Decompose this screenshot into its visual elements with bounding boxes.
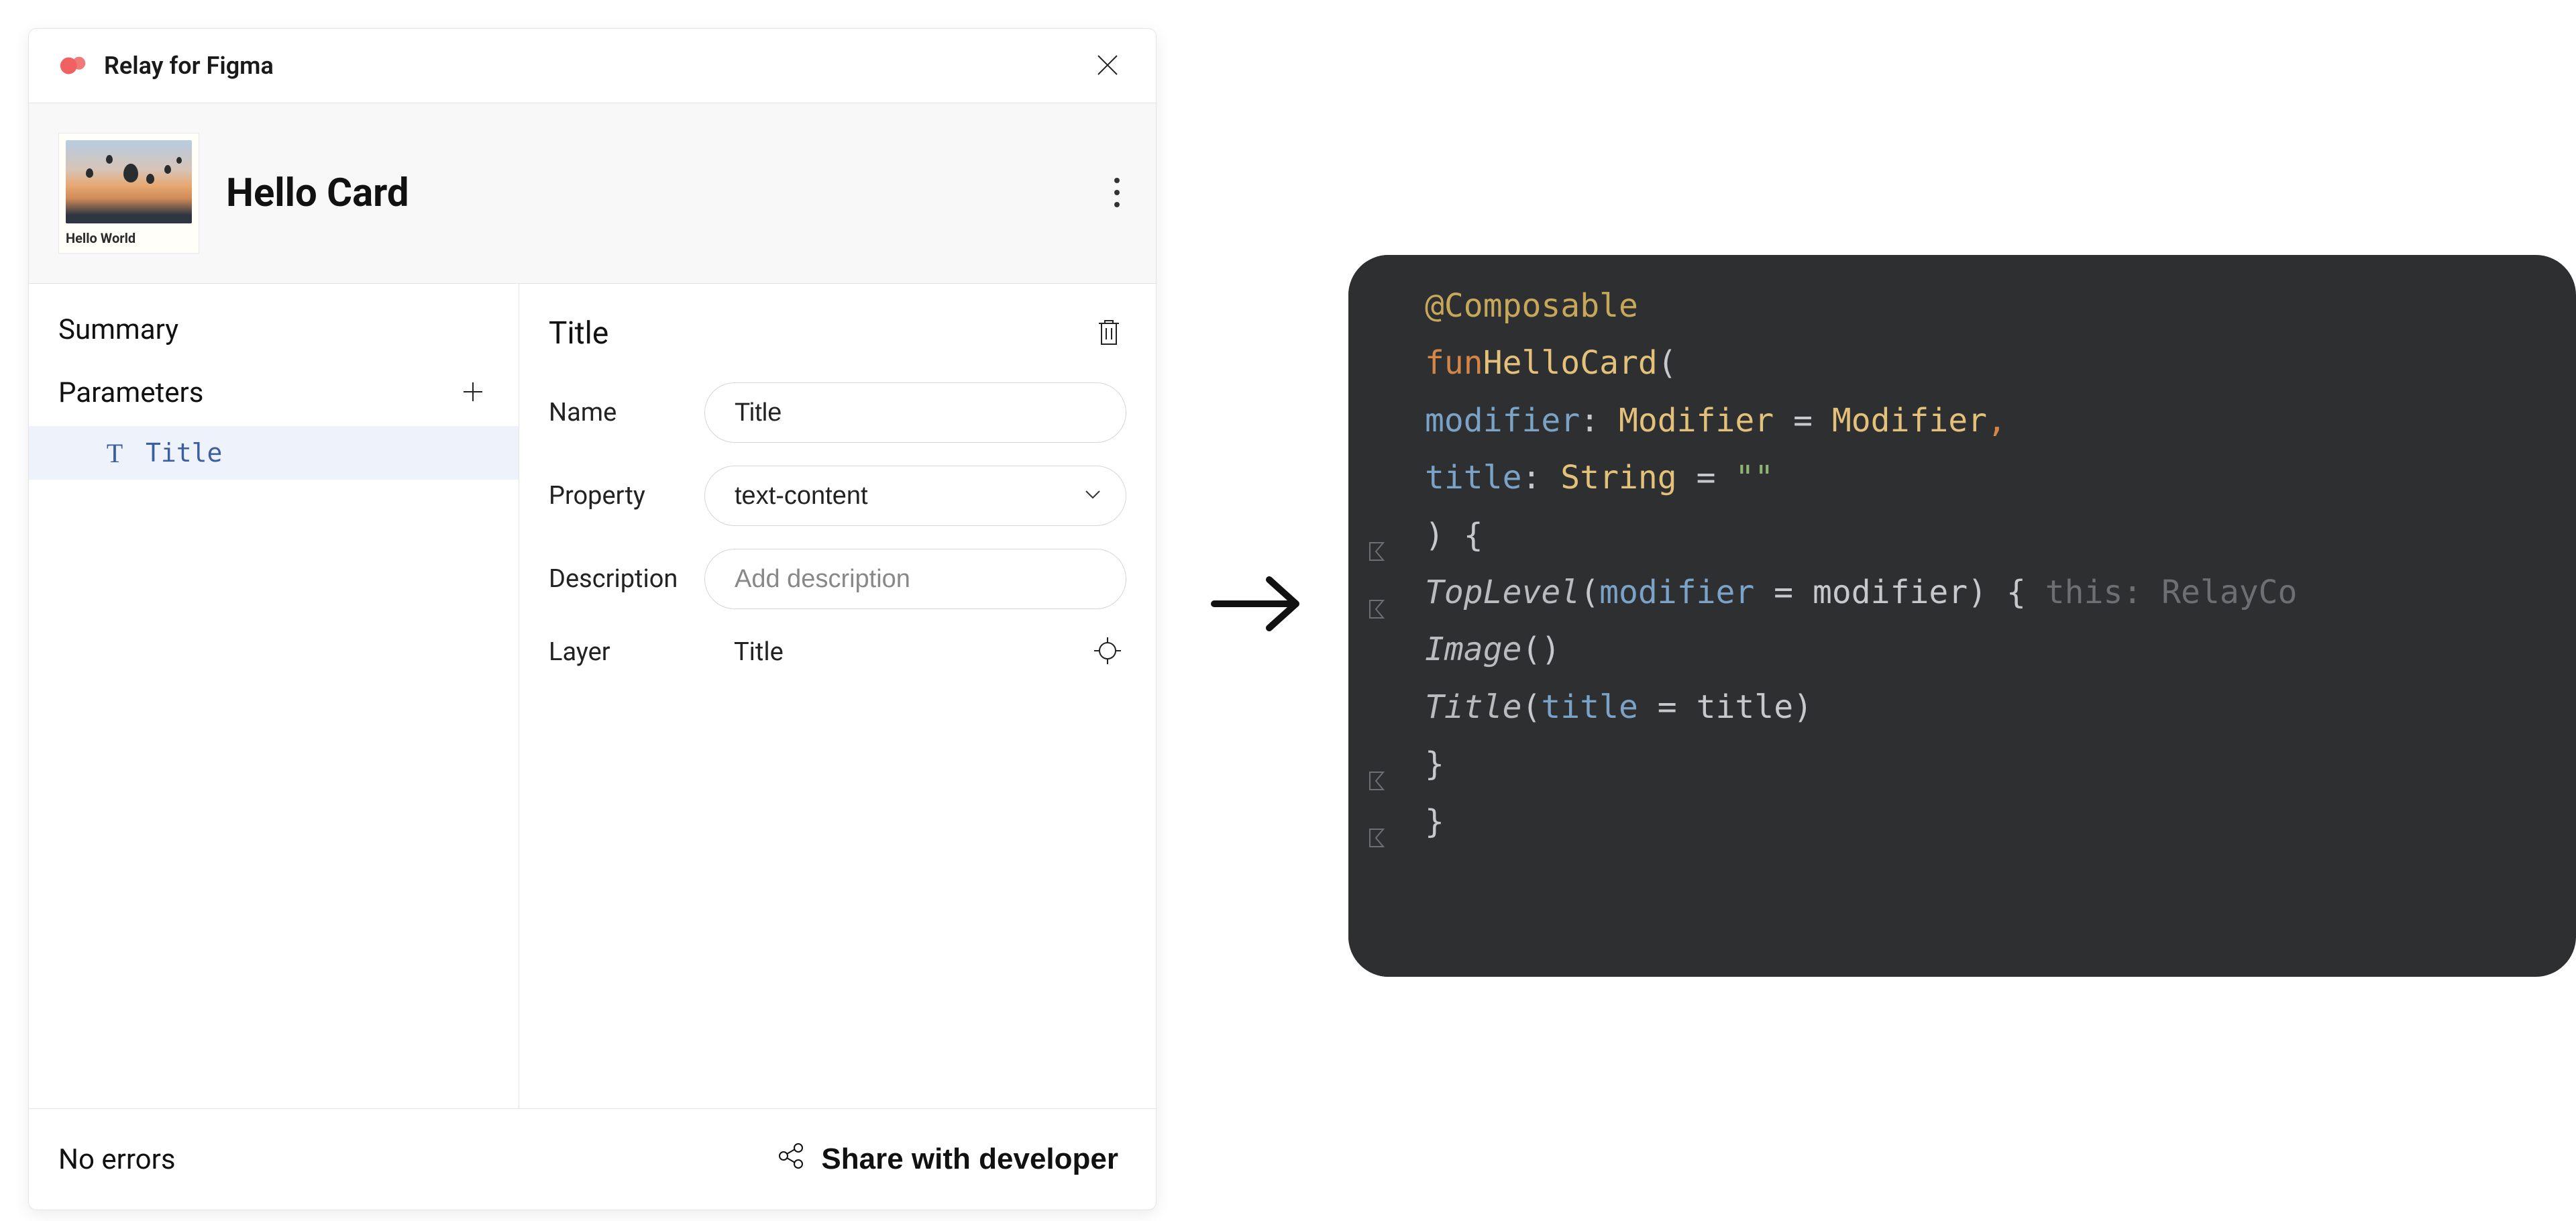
component-header: Hello World Hello Card xyxy=(29,103,1156,284)
details-pane: Title Name Property text-conte xyxy=(519,284,1156,1108)
status-text: No errors xyxy=(58,1143,176,1176)
share-icon xyxy=(777,1142,805,1177)
brand: Relay for Figma xyxy=(58,50,274,81)
name-field-label: Name xyxy=(549,398,683,427)
thumbnail-caption: Hello World xyxy=(66,223,192,246)
brand-title: Relay for Figma xyxy=(104,52,274,80)
code-content: @Composablefun HelloCard( modifier: Modi… xyxy=(1403,255,2297,977)
description-field-label: Description xyxy=(549,564,683,594)
layer-field-label: Layer xyxy=(549,637,683,667)
sidebar-summary[interactable]: Summary xyxy=(29,313,519,376)
plus-icon xyxy=(461,396,485,406)
relay-logo-icon xyxy=(58,50,89,81)
more-vertical-icon xyxy=(1113,202,1121,212)
locate-layer-button[interactable] xyxy=(1089,632,1126,672)
parameter-item-label: Title xyxy=(146,438,222,468)
sidebar: Summary Parameters T Title xyxy=(29,284,519,1108)
text-type-icon: T xyxy=(103,437,127,469)
share-button-label: Share with developer xyxy=(821,1143,1118,1176)
panel-footer: No errors Share with developer xyxy=(29,1108,1156,1210)
details-section-title: Title xyxy=(549,315,608,352)
add-parameter-button[interactable] xyxy=(457,376,489,410)
parameter-item[interactable]: T Title xyxy=(29,426,519,480)
property-field-label: Property xyxy=(549,481,683,511)
plugin-titlebar: Relay for Figma xyxy=(29,29,1156,103)
share-with-developer-button[interactable]: Share with developer xyxy=(769,1134,1126,1185)
component-thumbnail: Hello World xyxy=(58,133,199,254)
property-select[interactable]: text-content xyxy=(704,466,1126,526)
fold-close-icon[interactable] xyxy=(1364,810,1387,833)
property-select-value: text-content xyxy=(735,482,868,510)
description-input[interactable] xyxy=(704,549,1126,609)
trash-icon xyxy=(1095,339,1122,349)
fold-marker-icon[interactable] xyxy=(1364,582,1387,604)
crosshair-icon xyxy=(1093,657,1122,668)
code-preview: @Composablefun HelloCard( modifier: Modi… xyxy=(1348,255,2576,977)
more-menu-button[interactable] xyxy=(1108,170,1126,217)
close-button[interactable] xyxy=(1089,46,1126,86)
sidebar-parameters-label: Parameters xyxy=(58,376,203,409)
code-gutter xyxy=(1348,255,1403,977)
delete-parameter-button[interactable] xyxy=(1091,313,1126,353)
thumbnail-image xyxy=(66,140,192,223)
component-title: Hello Card xyxy=(226,170,409,216)
fold-marker-icon[interactable] xyxy=(1364,524,1387,547)
fold-close-icon[interactable] xyxy=(1364,753,1387,776)
close-icon xyxy=(1094,70,1121,81)
relay-plugin-panel: Relay for Figma xyxy=(28,28,1157,1210)
layer-value: Title xyxy=(704,637,1067,667)
name-input[interactable] xyxy=(704,382,1126,443)
arrow-icon xyxy=(1208,564,1308,644)
